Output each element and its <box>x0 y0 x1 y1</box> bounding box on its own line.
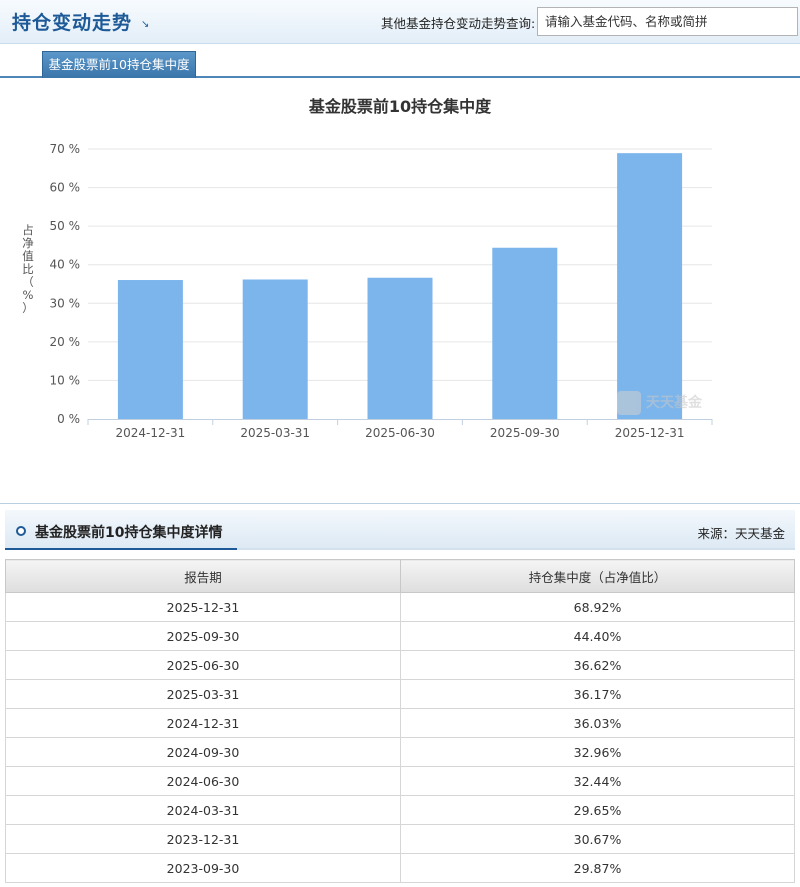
y-axis-label: 占 <box>22 223 34 237</box>
x-tick-label: 2024-12-31 <box>116 426 186 440</box>
concentration-value: 36.17% <box>400 679 795 709</box>
detail-header: 基金股票前10持仓集中度详情 来源：天天基金 <box>5 510 795 550</box>
bar <box>367 277 433 419</box>
report-date: 2023-12-31 <box>5 824 401 854</box>
bar <box>617 153 683 419</box>
y-axis-label: 值 <box>22 249 34 263</box>
y-tick-label: 0 % <box>57 412 80 426</box>
concentration-value: 36.03% <box>400 708 795 738</box>
fund-search-input[interactable] <box>537 7 798 36</box>
bar <box>492 247 558 419</box>
y-axis-label: % <box>23 288 34 302</box>
detail-title: 基金股票前10持仓集中度详情 <box>35 525 223 541</box>
table-row: 2025-12-31 68.92% <box>5 592 795 622</box>
x-tick-label: 2025-06-30 <box>365 426 435 440</box>
report-date: 2023-09-30 <box>5 853 401 883</box>
y-tick-label: 40 % <box>50 258 81 272</box>
x-tick-label: 2025-12-31 <box>615 426 685 440</box>
report-date: 2024-12-31 <box>5 708 401 738</box>
watermark-icon <box>617 391 641 415</box>
table-row: 2024-03-31 29.65% <box>5 795 795 825</box>
y-axis-label: ） <box>22 301 34 315</box>
report-date: 2025-03-31 <box>5 679 401 709</box>
section-circle-icon <box>16 526 26 536</box>
top-bar: 持仓变动走势 ↘ 其他基金持仓变动走势查询: <box>0 0 800 44</box>
y-tick-label: 70 % <box>50 142 81 156</box>
table-row: 2024-09-30 32.96% <box>5 737 795 767</box>
page-title: 持仓变动走势 <box>12 12 133 34</box>
concentration-value: 68.92% <box>400 592 795 622</box>
column-header-date: 报告期 <box>5 559 401 593</box>
report-date: 2024-06-30 <box>5 766 401 796</box>
y-tick-label: 30 % <box>50 296 81 310</box>
table-row: 2023-09-30 29.87% <box>5 853 795 883</box>
bar <box>117 280 183 419</box>
watermark-text: 天天基金 <box>646 394 703 411</box>
data-source: 来源：天天基金 <box>697 526 785 541</box>
y-axis-label: 净 <box>22 236 34 250</box>
y-tick-label: 50 % <box>50 219 81 233</box>
report-date: 2024-03-31 <box>5 795 401 825</box>
concentration-bar-chart: 0 % 10 % 20 % 30 % 40 % 50 % 60 % 70 % 占净值比（%） 20… <box>22 142 713 440</box>
concentration-value: 29.87% <box>400 853 795 883</box>
tab-bar: 基金股票前10持仓集中度 <box>0 44 800 78</box>
concentration-value: 32.96% <box>400 737 795 767</box>
report-date: 2025-06-30 <box>5 650 401 680</box>
bar <box>242 279 308 419</box>
concentration-value: 30.67% <box>400 824 795 854</box>
table-row: 2025-06-30 36.62% <box>5 650 795 680</box>
y-axis-label: （ <box>22 275 34 289</box>
x-tick-label: 2025-03-31 <box>240 426 310 440</box>
detail-title-underline <box>5 548 237 550</box>
title-arrow-icon[interactable]: ↘ <box>141 19 149 30</box>
y-tick-label: 10 % <box>50 373 81 387</box>
concentration-value: 29.65% <box>400 795 795 825</box>
concentration-value: 36.62% <box>400 650 795 680</box>
table-row: 2023-12-31 30.67% <box>5 824 795 854</box>
report-date: 2024-09-30 <box>5 737 401 767</box>
report-date: 2025-09-30 <box>5 621 401 651</box>
table-row: 2025-03-31 36.17% <box>5 679 795 709</box>
table-header-row: 报告期 持仓集中度（占净值比） <box>5 559 795 593</box>
fund-query-label: 其他基金持仓变动走势查询: <box>381 16 536 31</box>
report-date: 2025-12-31 <box>5 592 401 622</box>
detail-table: 报告期 持仓集中度（占净值比） 2025-12-31 68.92% 2025-09… <box>5 559 795 883</box>
table-row: 2024-06-30 32.44% <box>5 766 795 796</box>
y-axis-label: 比 <box>22 262 34 276</box>
y-tick-label: 20 % <box>50 335 81 349</box>
chart-panel: 基金股票前10持仓集中度 0 % 10 % 20 % 30 % 40 % 50 % 60 %… <box>0 80 800 504</box>
concentration-value: 32.44% <box>400 766 795 796</box>
tab-top10-concentration[interactable]: 基金股票前10持仓集中度 <box>42 51 196 78</box>
y-tick-label: 60 % <box>50 181 81 195</box>
column-header-concentration: 持仓集中度（占净值比） <box>400 559 795 593</box>
concentration-value: 44.40% <box>400 621 795 651</box>
table-row: 2024-12-31 36.03% <box>5 708 795 738</box>
x-tick-label: 2025-09-30 <box>490 426 560 440</box>
table-row: 2025-09-30 44.40% <box>5 621 795 651</box>
